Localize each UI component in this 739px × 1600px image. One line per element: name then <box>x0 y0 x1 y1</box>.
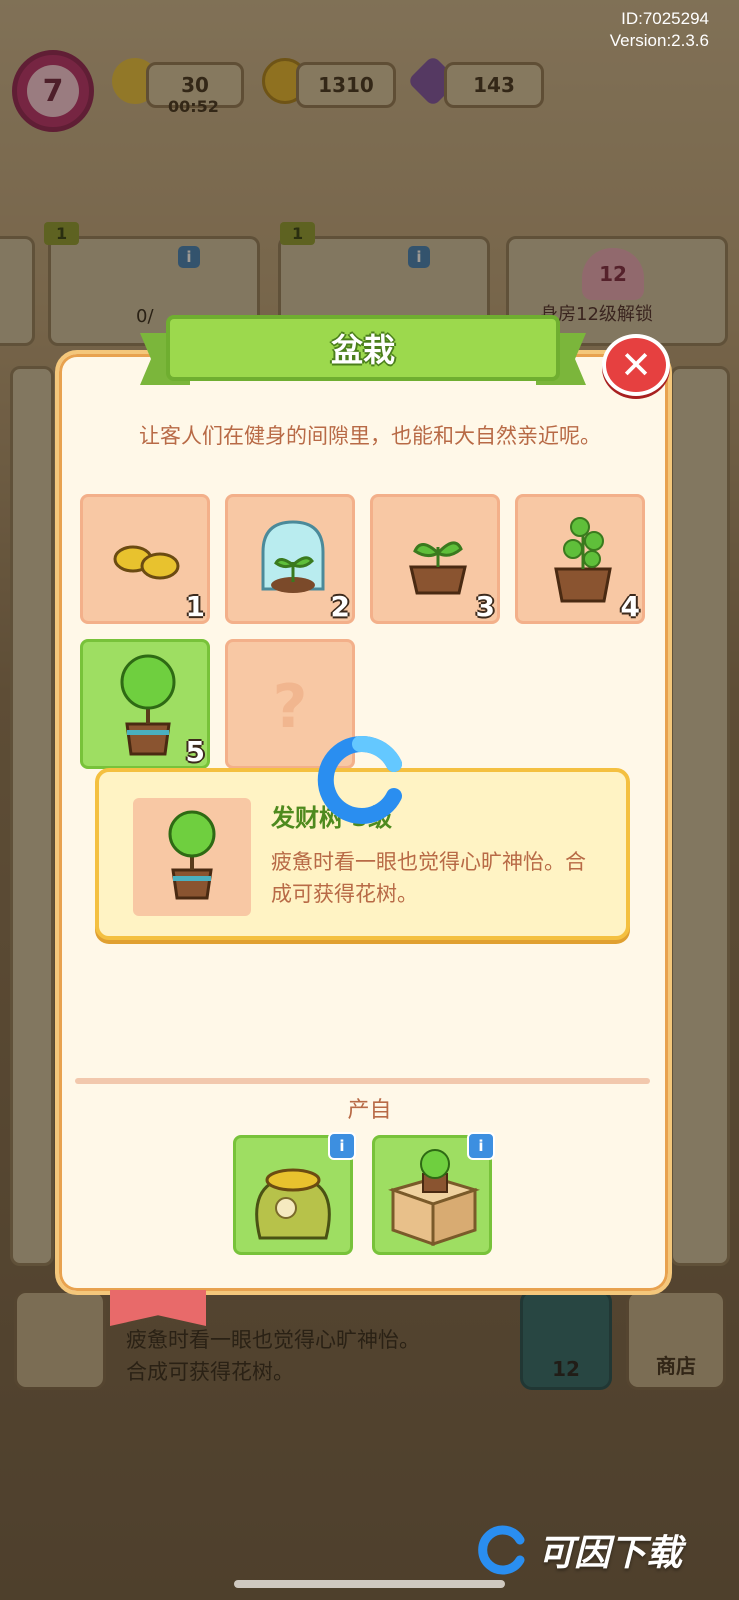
chain-item-1[interactable]: 1 <box>80 494 210 624</box>
selected-item-image <box>133 798 251 916</box>
selected-item-description: 疲惫时看一眼也觉得心旷神怡。合成可获得花树。 <box>271 850 586 906</box>
watermark-text: 可因下载 <box>538 1533 683 1574</box>
source-section-label: 产自 <box>347 1098 392 1123</box>
loading-spinner-icon <box>317 735 402 824</box>
watermark-logo-icon <box>478 1525 525 1575</box>
source-plant-box[interactable]: i <box>372 1132 495 1255</box>
chain-item-2[interactable]: 2 <box>225 494 355 624</box>
money-tree-pot-icon <box>168 810 216 900</box>
build-info: ID:7025294 Version:2.3.6 <box>610 8 709 52</box>
source-info-button[interactable]: i <box>328 1132 356 1160</box>
close-icon: ✕ <box>620 343 652 387</box>
player-id: ID:7025294 <box>621 9 709 28</box>
chain-item-5[interactable]: 5 <box>80 639 210 769</box>
item-level: 4 <box>620 590 640 623</box>
section-divider <box>75 1078 650 1084</box>
source-seed-sack[interactable]: i <box>233 1132 356 1255</box>
chain-item-3[interactable]: 3 <box>370 494 500 624</box>
dialog-title: 盆栽 <box>166 315 560 381</box>
home-indicator[interactable] <box>234 1580 505 1588</box>
source-info-button[interactable]: i <box>467 1132 495 1160</box>
chain-item-4[interactable]: 4 <box>515 494 645 624</box>
item-level: 5 <box>185 735 205 768</box>
item-level: 1 <box>185 590 205 623</box>
title-banner: 盆栽 <box>140 315 586 393</box>
question-mark-icon: ? <box>272 672 308 742</box>
close-button[interactable]: ✕ <box>602 334 670 396</box>
item-category-description: 让客人们在健身的间隙里，也能和大自然亲近呢。 <box>139 424 601 448</box>
version-text: Version:2.3.6 <box>609 31 709 50</box>
watermark: 可因下载 <box>478 1515 682 1585</box>
item-level: 2 <box>330 590 350 623</box>
item-level: 3 <box>475 590 495 623</box>
